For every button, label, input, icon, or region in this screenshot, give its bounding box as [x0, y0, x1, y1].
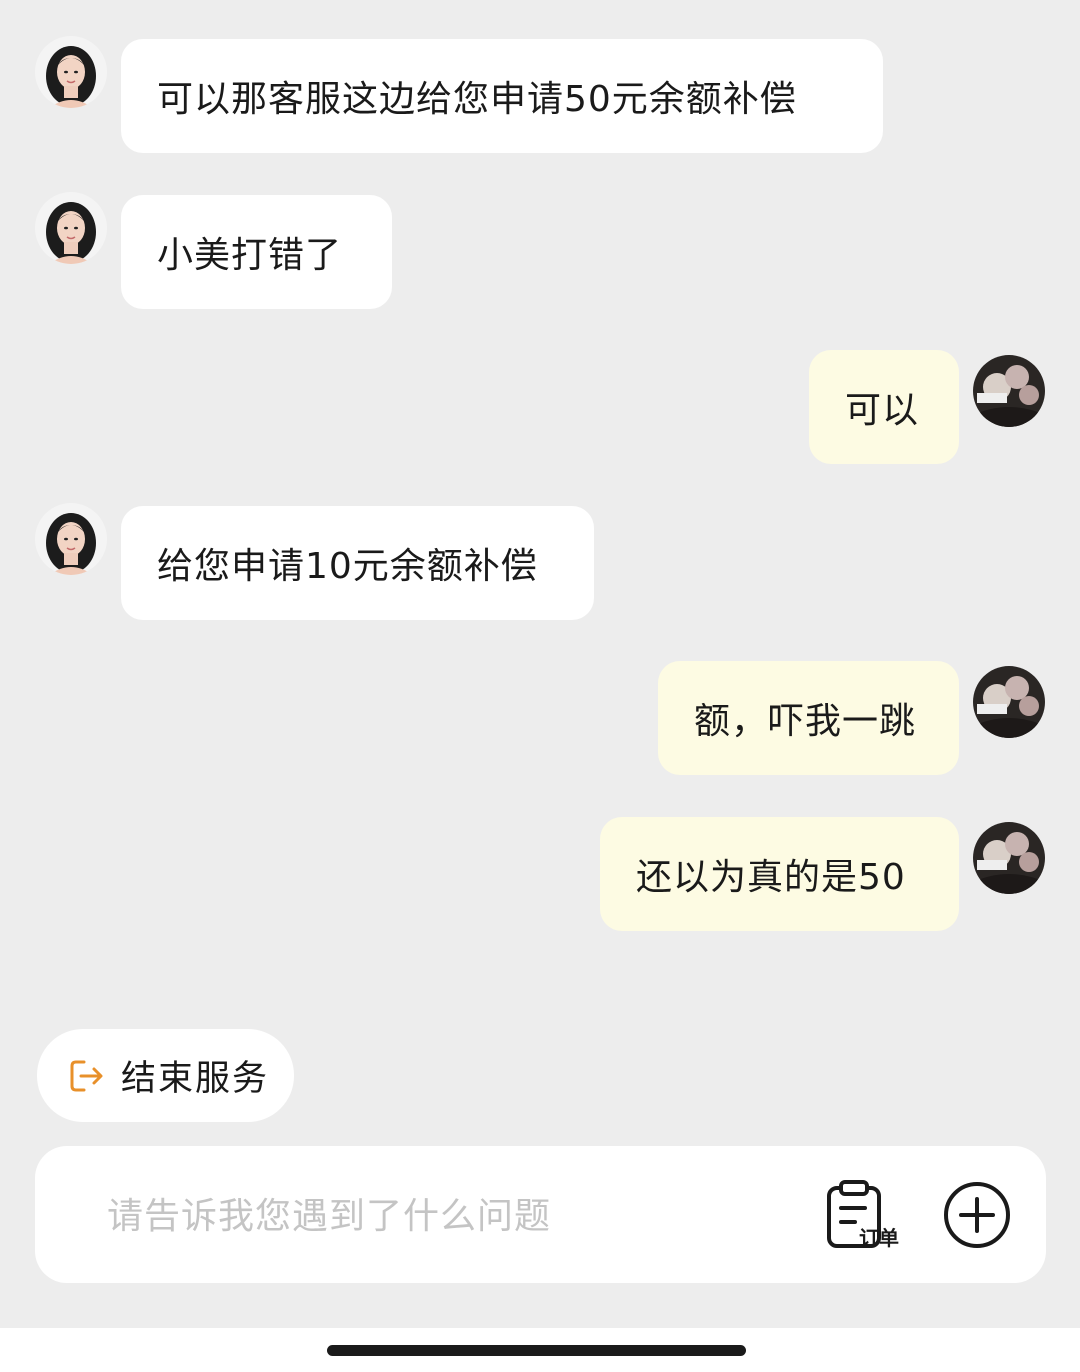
end-service-label: 结束服务	[121, 1059, 270, 1099]
agent-avatar[interactable]	[35, 192, 107, 264]
user-avatar[interactable]	[973, 822, 1045, 894]
chat-screen: 可以那客服这边给您申请50元余额补偿 小美打错了 可以 给您申请10元余额补偿 …	[0, 0, 1080, 1372]
home-indicator-area	[0, 1328, 1080, 1372]
message-row-agent: 小美打错了	[35, 192, 392, 309]
end-service-button[interactable]: 结束服务	[37, 1029, 294, 1122]
user-avatar[interactable]	[973, 666, 1045, 738]
exit-icon	[70, 1060, 103, 1091]
message-row-agent: 给您申请10元余额补偿	[35, 503, 594, 620]
message-row-user: 额，吓我一跳	[658, 661, 1045, 775]
home-indicator-bar[interactable]	[327, 1345, 746, 1356]
agent-avatar[interactable]	[35, 36, 107, 108]
order-label[interactable]: 订单	[859, 1222, 899, 1251]
message-input[interactable]	[107, 1186, 807, 1246]
message-bubble[interactable]: 可以	[809, 350, 959, 464]
message-bubble[interactable]: 小美打错了	[121, 195, 392, 309]
user-avatar[interactable]	[973, 355, 1045, 427]
message-row-user: 还以为真的是50	[600, 817, 1045, 931]
message-bubble[interactable]: 额，吓我一跳	[658, 661, 959, 775]
agent-avatar[interactable]	[35, 503, 107, 575]
message-bubble[interactable]: 还以为真的是50	[600, 817, 959, 931]
message-bubble[interactable]: 给您申请10元余额补偿	[121, 506, 594, 620]
message-bubble[interactable]: 可以那客服这边给您申请50元余额补偿	[121, 39, 883, 153]
composer-bar: 订单	[35, 1146, 1046, 1283]
plus-circle-icon[interactable]	[943, 1181, 1011, 1249]
message-row-agent: 可以那客服这边给您申请50元余额补偿	[35, 36, 883, 153]
message-row-user: 可以	[809, 350, 1045, 464]
